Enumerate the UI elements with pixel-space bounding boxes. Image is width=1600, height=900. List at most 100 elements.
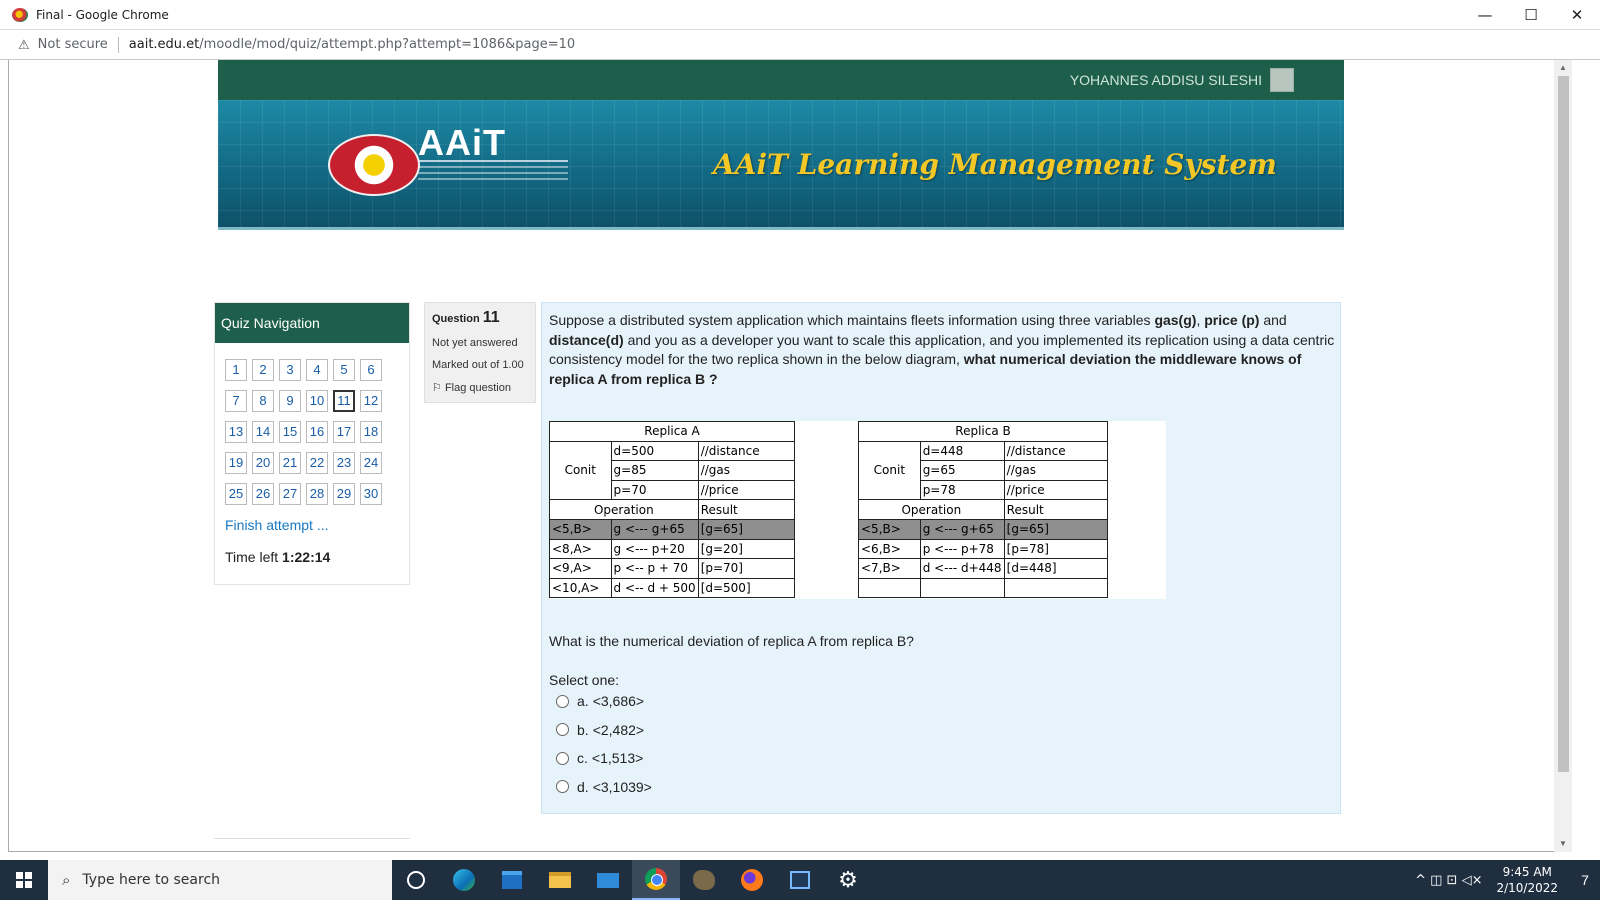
flag-icon: ⚐ bbox=[432, 382, 442, 394]
window-title: Final - Google Chrome bbox=[36, 7, 169, 22]
flag-question-button[interactable]: ⚐ Flag question bbox=[432, 381, 528, 394]
quiz-nav-question-29[interactable]: 29 bbox=[333, 483, 355, 505]
university-seal-logo[interactable] bbox=[328, 134, 420, 196]
conit-value: p=70 bbox=[610, 479, 699, 501]
scroll-up-arrow-icon[interactable]: ▲ bbox=[1554, 60, 1572, 76]
quiz-nav-question-8[interactable]: 8 bbox=[252, 390, 274, 412]
security-label[interactable]: Not secure bbox=[38, 37, 108, 52]
page-scrollbar[interactable]: ▲ ▼ bbox=[1554, 60, 1572, 852]
quiz-nav-question-24[interactable]: 24 bbox=[360, 452, 382, 474]
footer-divider bbox=[214, 838, 410, 839]
answer-letter: c. bbox=[577, 750, 588, 766]
quiz-nav-question-23[interactable]: 23 bbox=[333, 452, 355, 474]
conit-comment: //gas bbox=[697, 460, 796, 481]
firefox-taskbar-button[interactable] bbox=[728, 860, 776, 900]
taskbar-clock[interactable]: 9:45 AM 2/10/2022 bbox=[1496, 864, 1558, 896]
quiz-nav-question-25[interactable]: 25 bbox=[225, 483, 247, 505]
quiz-nav-question-16[interactable]: 16 bbox=[306, 421, 328, 443]
warning-icon[interactable]: ⚠ bbox=[18, 37, 30, 53]
user-avatar[interactable] bbox=[1270, 68, 1294, 92]
answer-radio-button[interactable] bbox=[556, 751, 569, 765]
answer-radio-button[interactable] bbox=[556, 723, 569, 736]
finish-attempt-link[interactable]: Finish attempt ... bbox=[225, 517, 328, 533]
answer-option[interactable]: a. <3,686> bbox=[556, 693, 644, 709]
scroll-down-arrow-icon[interactable]: ▼ bbox=[1554, 836, 1572, 852]
chrome-taskbar-button[interactable] bbox=[632, 860, 680, 900]
operation-row: <6,B> p <--- p+78 [p=78] bbox=[858, 538, 1109, 560]
question-info-box: Question 11 Not yet answered Marked out … bbox=[424, 302, 536, 403]
quiz-nav-question-22[interactable]: 22 bbox=[306, 452, 328, 474]
windows-logo-icon bbox=[16, 872, 32, 888]
start-button[interactable] bbox=[0, 860, 48, 900]
result-header: Result bbox=[697, 499, 796, 520]
store-taskbar-button[interactable] bbox=[488, 860, 536, 900]
quiz-nav-question-28[interactable]: 28 bbox=[306, 483, 328, 505]
gimp-taskbar-button[interactable] bbox=[680, 860, 728, 900]
quiz-nav-question-19[interactable]: 19 bbox=[225, 452, 247, 474]
system-tray: ^ ◫ ⊡ ◁× 9:45 AM 2/10/2022 7 bbox=[1415, 860, 1600, 900]
quiz-nav-question-15[interactable]: 15 bbox=[279, 421, 301, 443]
notification-center-button[interactable]: 7 bbox=[1570, 860, 1600, 900]
operation-result: [d=448] bbox=[1003, 558, 1109, 579]
conit-value: g=85 bbox=[610, 460, 699, 481]
question-text-segment: and bbox=[1259, 312, 1287, 328]
minimize-button[interactable]: — bbox=[1462, 0, 1508, 30]
quiz-nav-question-6[interactable]: 6 bbox=[360, 359, 382, 381]
chrome-icon bbox=[645, 868, 667, 890]
quiz-nav-question-20[interactable]: 20 bbox=[252, 452, 274, 474]
operation-timestamp: <5,B> bbox=[858, 518, 921, 540]
taskbar-search-box[interactable]: ⌕ Type here to search bbox=[48, 860, 392, 900]
quiz-nav-question-11[interactable]: 11 bbox=[333, 390, 355, 412]
quiz-nav-question-21[interactable]: 21 bbox=[279, 452, 301, 474]
operation-expression: p <-- p + 70 bbox=[610, 558, 699, 579]
quiz-nav-question-10[interactable]: 10 bbox=[306, 390, 328, 412]
explorer-taskbar-button[interactable] bbox=[536, 860, 584, 900]
url-path[interactable]: /moodle/mod/quiz/attempt.php?attempt=108… bbox=[199, 37, 575, 52]
operation-result bbox=[1003, 577, 1109, 599]
address-bar[interactable]: ⚠ Not secure aait.edu.et /moodle/mod/qui… bbox=[0, 30, 1600, 60]
answer-option[interactable]: b. <2,482> bbox=[556, 722, 644, 738]
quiz-nav-question-26[interactable]: 26 bbox=[252, 483, 274, 505]
maximize-button[interactable]: ☐ bbox=[1508, 0, 1554, 30]
quiz-nav-question-9[interactable]: 9 bbox=[279, 390, 301, 412]
operation-timestamp: <9,A> bbox=[549, 558, 612, 579]
network-app-taskbar-button[interactable] bbox=[776, 860, 824, 900]
mail-taskbar-button[interactable] bbox=[584, 860, 632, 900]
user-menu-name[interactable]: YOHANNES ADDISU SILESHI bbox=[1070, 72, 1262, 88]
quiz-nav-question-7[interactable]: 7 bbox=[225, 390, 247, 412]
conit-comment: //distance bbox=[697, 440, 796, 462]
conit-comment: //price bbox=[697, 479, 796, 501]
operation-timestamp: <8,A> bbox=[549, 538, 612, 560]
close-window-button[interactable]: ✕ bbox=[1554, 0, 1600, 30]
answer-text: <3,1039> bbox=[592, 778, 652, 795]
scrollbar-thumb[interactable] bbox=[1558, 76, 1569, 772]
aait-logo-text[interactable]: AAiT bbox=[418, 122, 506, 164]
quiz-nav-question-13[interactable]: 13 bbox=[225, 421, 247, 443]
task-view-button[interactable] bbox=[392, 860, 440, 900]
url-host[interactable]: aait.edu.et bbox=[129, 37, 200, 52]
question-number-heading: Question 11 bbox=[432, 309, 528, 327]
gear-icon: ⚙ bbox=[838, 867, 858, 892]
answer-radio-button[interactable] bbox=[556, 694, 569, 708]
answer-option[interactable]: d. <3,1039> bbox=[556, 779, 652, 795]
edge-taskbar-button[interactable] bbox=[440, 860, 488, 900]
quiz-nav-question-30[interactable]: 30 bbox=[360, 483, 382, 505]
question-text-segment: price (p) bbox=[1204, 312, 1260, 328]
quiz-nav-question-27[interactable]: 27 bbox=[279, 483, 301, 505]
quiz-nav-question-1[interactable]: 1 bbox=[225, 359, 247, 381]
tray-icons[interactable]: ^ ◫ ⊡ ◁× bbox=[1415, 873, 1482, 888]
result-header: Result bbox=[1003, 499, 1109, 520]
quiz-nav-question-12[interactable]: 12 bbox=[360, 390, 382, 412]
operation-result: [p=78] bbox=[1003, 538, 1109, 560]
settings-taskbar-button[interactable]: ⚙ bbox=[824, 860, 872, 900]
answer-option[interactable]: c. <1,513> bbox=[556, 750, 643, 766]
answer-radio-button[interactable] bbox=[556, 780, 569, 793]
quiz-nav-question-4[interactable]: 4 bbox=[306, 359, 328, 381]
quiz-nav-question-14[interactable]: 14 bbox=[252, 421, 274, 443]
answer-text: <2,482> bbox=[592, 721, 645, 738]
quiz-nav-question-5[interactable]: 5 bbox=[333, 359, 355, 381]
quiz-nav-question-17[interactable]: 17 bbox=[333, 421, 355, 443]
quiz-nav-question-18[interactable]: 18 bbox=[360, 421, 382, 443]
quiz-nav-question-2[interactable]: 2 bbox=[252, 359, 274, 381]
quiz-nav-question-3[interactable]: 3 bbox=[279, 359, 301, 381]
